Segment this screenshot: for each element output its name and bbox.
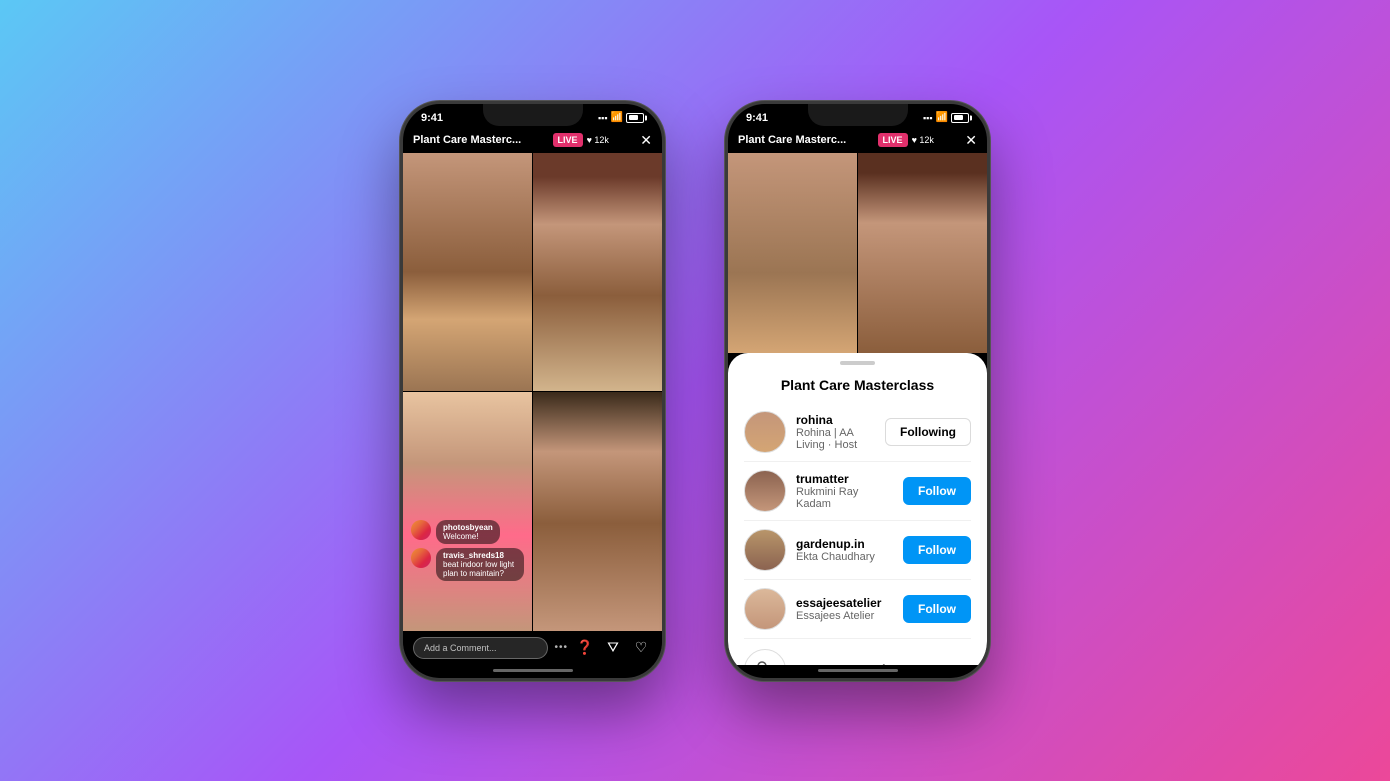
phone-2: 9:41 ▪▪▪ 📶 Plant Care Masterc... LIVE ♥ … xyxy=(725,101,990,681)
comment-avatar-1 xyxy=(411,520,431,540)
drag-handle xyxy=(840,361,875,365)
user-row-rohina: rohina Rohina | AA Living · Host Followi… xyxy=(744,403,971,462)
live-title-2: Plant Care Masterc... xyxy=(738,134,846,146)
user-info-essajees: essajeesatelier Essajees Atelier xyxy=(796,596,893,622)
viewer-count-2: ♥ 12k xyxy=(912,135,934,145)
request-join-icon xyxy=(744,649,786,665)
phone1-screen: 9:41 ▪▪▪ 📶 Plant Care Masterc... LIVE ♥ … xyxy=(403,104,662,678)
live-title-1: Plant Care Masterc... xyxy=(413,134,521,146)
home-indicator-1 xyxy=(493,669,573,672)
sheet-title: Plant Care Masterclass xyxy=(744,369,971,403)
video-cell-2-1 xyxy=(728,153,857,353)
home-indicator-2 xyxy=(818,669,898,672)
close-button-1[interactable]: ✕ xyxy=(640,132,652,149)
live-badge-2: LIVE xyxy=(878,133,908,147)
live-badge-area-2: LIVE ♥ 12k xyxy=(878,133,934,147)
comment-input[interactable]: Add a Comment... xyxy=(413,637,548,659)
battery-icon-1 xyxy=(626,113,644,123)
user-name-gardenup: Ekta Chaudhary xyxy=(796,551,893,563)
video-cell-1 xyxy=(403,153,532,392)
power-button xyxy=(662,224,665,274)
comment-user-2: travis_shreds18 xyxy=(443,551,517,560)
battery-icon-2 xyxy=(951,113,969,123)
battery-fill-2 xyxy=(954,115,964,120)
notch-1 xyxy=(483,104,583,126)
live-badge-area-1: LIVE ♥ 12k xyxy=(553,133,609,147)
filter-icon[interactable]: ⛛ xyxy=(602,639,624,656)
signal-icon-1: ▪▪▪ xyxy=(598,113,608,123)
follow-button-gardenup[interactable]: Follow xyxy=(903,536,971,564)
user-name-essajees: Essajees Atelier xyxy=(796,610,893,622)
status-time-1: 9:41 xyxy=(421,112,443,124)
live-header-2: Plant Care Masterc... LIVE ♥ 12k ✕ xyxy=(728,128,987,153)
comment-text-2: beat indoor low light plan to maintain? xyxy=(443,560,517,578)
live-badge-1: LIVE xyxy=(553,133,583,147)
video-cell-2 xyxy=(533,153,662,392)
more-options-icon[interactable]: ••• xyxy=(554,642,568,653)
user-info-gardenup: gardenup.in Ekta Chaudhary xyxy=(796,537,893,563)
video-grid-1: photosbyean Welcome! travis_shreds18 bea… xyxy=(403,153,662,631)
follow-button-essajees[interactable]: Follow xyxy=(903,595,971,623)
status-icons-2: ▪▪▪ 📶 xyxy=(923,112,969,123)
request-join-label: Request to Join xyxy=(796,662,894,665)
comment-2: travis_shreds18 beat indoor low light pl… xyxy=(411,548,524,581)
comment-1: photosbyean Welcome! xyxy=(411,520,524,544)
video-cell-3: photosbyean Welcome! travis_shreds18 bea… xyxy=(403,392,532,631)
video-cell-4 xyxy=(533,392,662,631)
bottom-sheet: Plant Care Masterclass rohina Rohina | A… xyxy=(728,353,987,665)
user-handle-rohina: rohina xyxy=(796,413,875,427)
user-row-gardenup: gardenup.in Ekta Chaudhary Follow xyxy=(744,521,971,580)
avatar-gardenup xyxy=(744,529,786,571)
comment-bubble-2: travis_shreds18 beat indoor low light pl… xyxy=(436,548,524,581)
user-info-trumatter: trumatter Rukmini Ray Kadam xyxy=(796,472,893,510)
battery-fill-1 xyxy=(629,115,639,120)
wifi-icon-1: 📶 xyxy=(611,112,623,123)
user-info-rohina: rohina Rohina | AA Living · Host xyxy=(796,413,875,451)
phone2-screen: 9:41 ▪▪▪ 📶 Plant Care Masterc... LIVE ♥ … xyxy=(728,104,987,678)
comment-text-1: Welcome! xyxy=(443,532,493,541)
user-handle-essajees: essajeesatelier xyxy=(796,596,893,610)
signal-icon-2: ▪▪▪ xyxy=(923,113,933,123)
video-top-2 xyxy=(728,153,987,353)
avatar-rohina xyxy=(744,411,786,453)
heart-icon[interactable]: ♡ xyxy=(630,639,652,656)
user-handle-gardenup: gardenup.in xyxy=(796,537,893,551)
user-row-trumatter: trumatter Rukmini Ray Kadam Follow xyxy=(744,462,971,521)
user-name-trumatter: Rukmini Ray Kadam xyxy=(796,486,893,510)
comment-user-1: photosbyean xyxy=(443,523,493,532)
follow-button-trumatter[interactable]: Follow xyxy=(903,477,971,505)
user-handle-trumatter: trumatter xyxy=(796,472,893,486)
status-time-2: 9:41 xyxy=(746,112,768,124)
comments-overlay: photosbyean Welcome! travis_shreds18 bea… xyxy=(403,514,532,591)
user-row-essajees: essajeesatelier Essajees Atelier Follow xyxy=(744,580,971,639)
live-header-1: Plant Care Masterc... LIVE ♥ 12k ✕ xyxy=(403,128,662,153)
question-icon[interactable]: ❓ xyxy=(574,639,596,656)
request-join-row[interactable]: Request to Join xyxy=(744,639,971,665)
wifi-icon-2: 📶 xyxy=(936,112,948,123)
phone1-bottom-bar: Add a Comment... ••• ❓ ⛛ ♡ xyxy=(403,631,662,665)
viewer-count-1: ♥ 12k xyxy=(587,135,609,145)
following-button-rohina[interactable]: Following xyxy=(885,418,971,446)
user-name-rohina: Rohina | AA Living · Host xyxy=(796,427,875,451)
video-cell-2-2 xyxy=(858,153,987,353)
power-button-2 xyxy=(987,224,990,274)
avatar-trumatter xyxy=(744,470,786,512)
notch-2 xyxy=(808,104,908,126)
comment-avatar-2 xyxy=(411,548,431,568)
phone-1: 9:41 ▪▪▪ 📶 Plant Care Masterc... LIVE ♥ … xyxy=(400,101,665,681)
status-icons-1: ▪▪▪ 📶 xyxy=(598,112,644,123)
avatar-essajees xyxy=(744,588,786,630)
close-button-2[interactable]: ✕ xyxy=(965,132,977,149)
comment-bubble-1: photosbyean Welcome! xyxy=(436,520,500,544)
